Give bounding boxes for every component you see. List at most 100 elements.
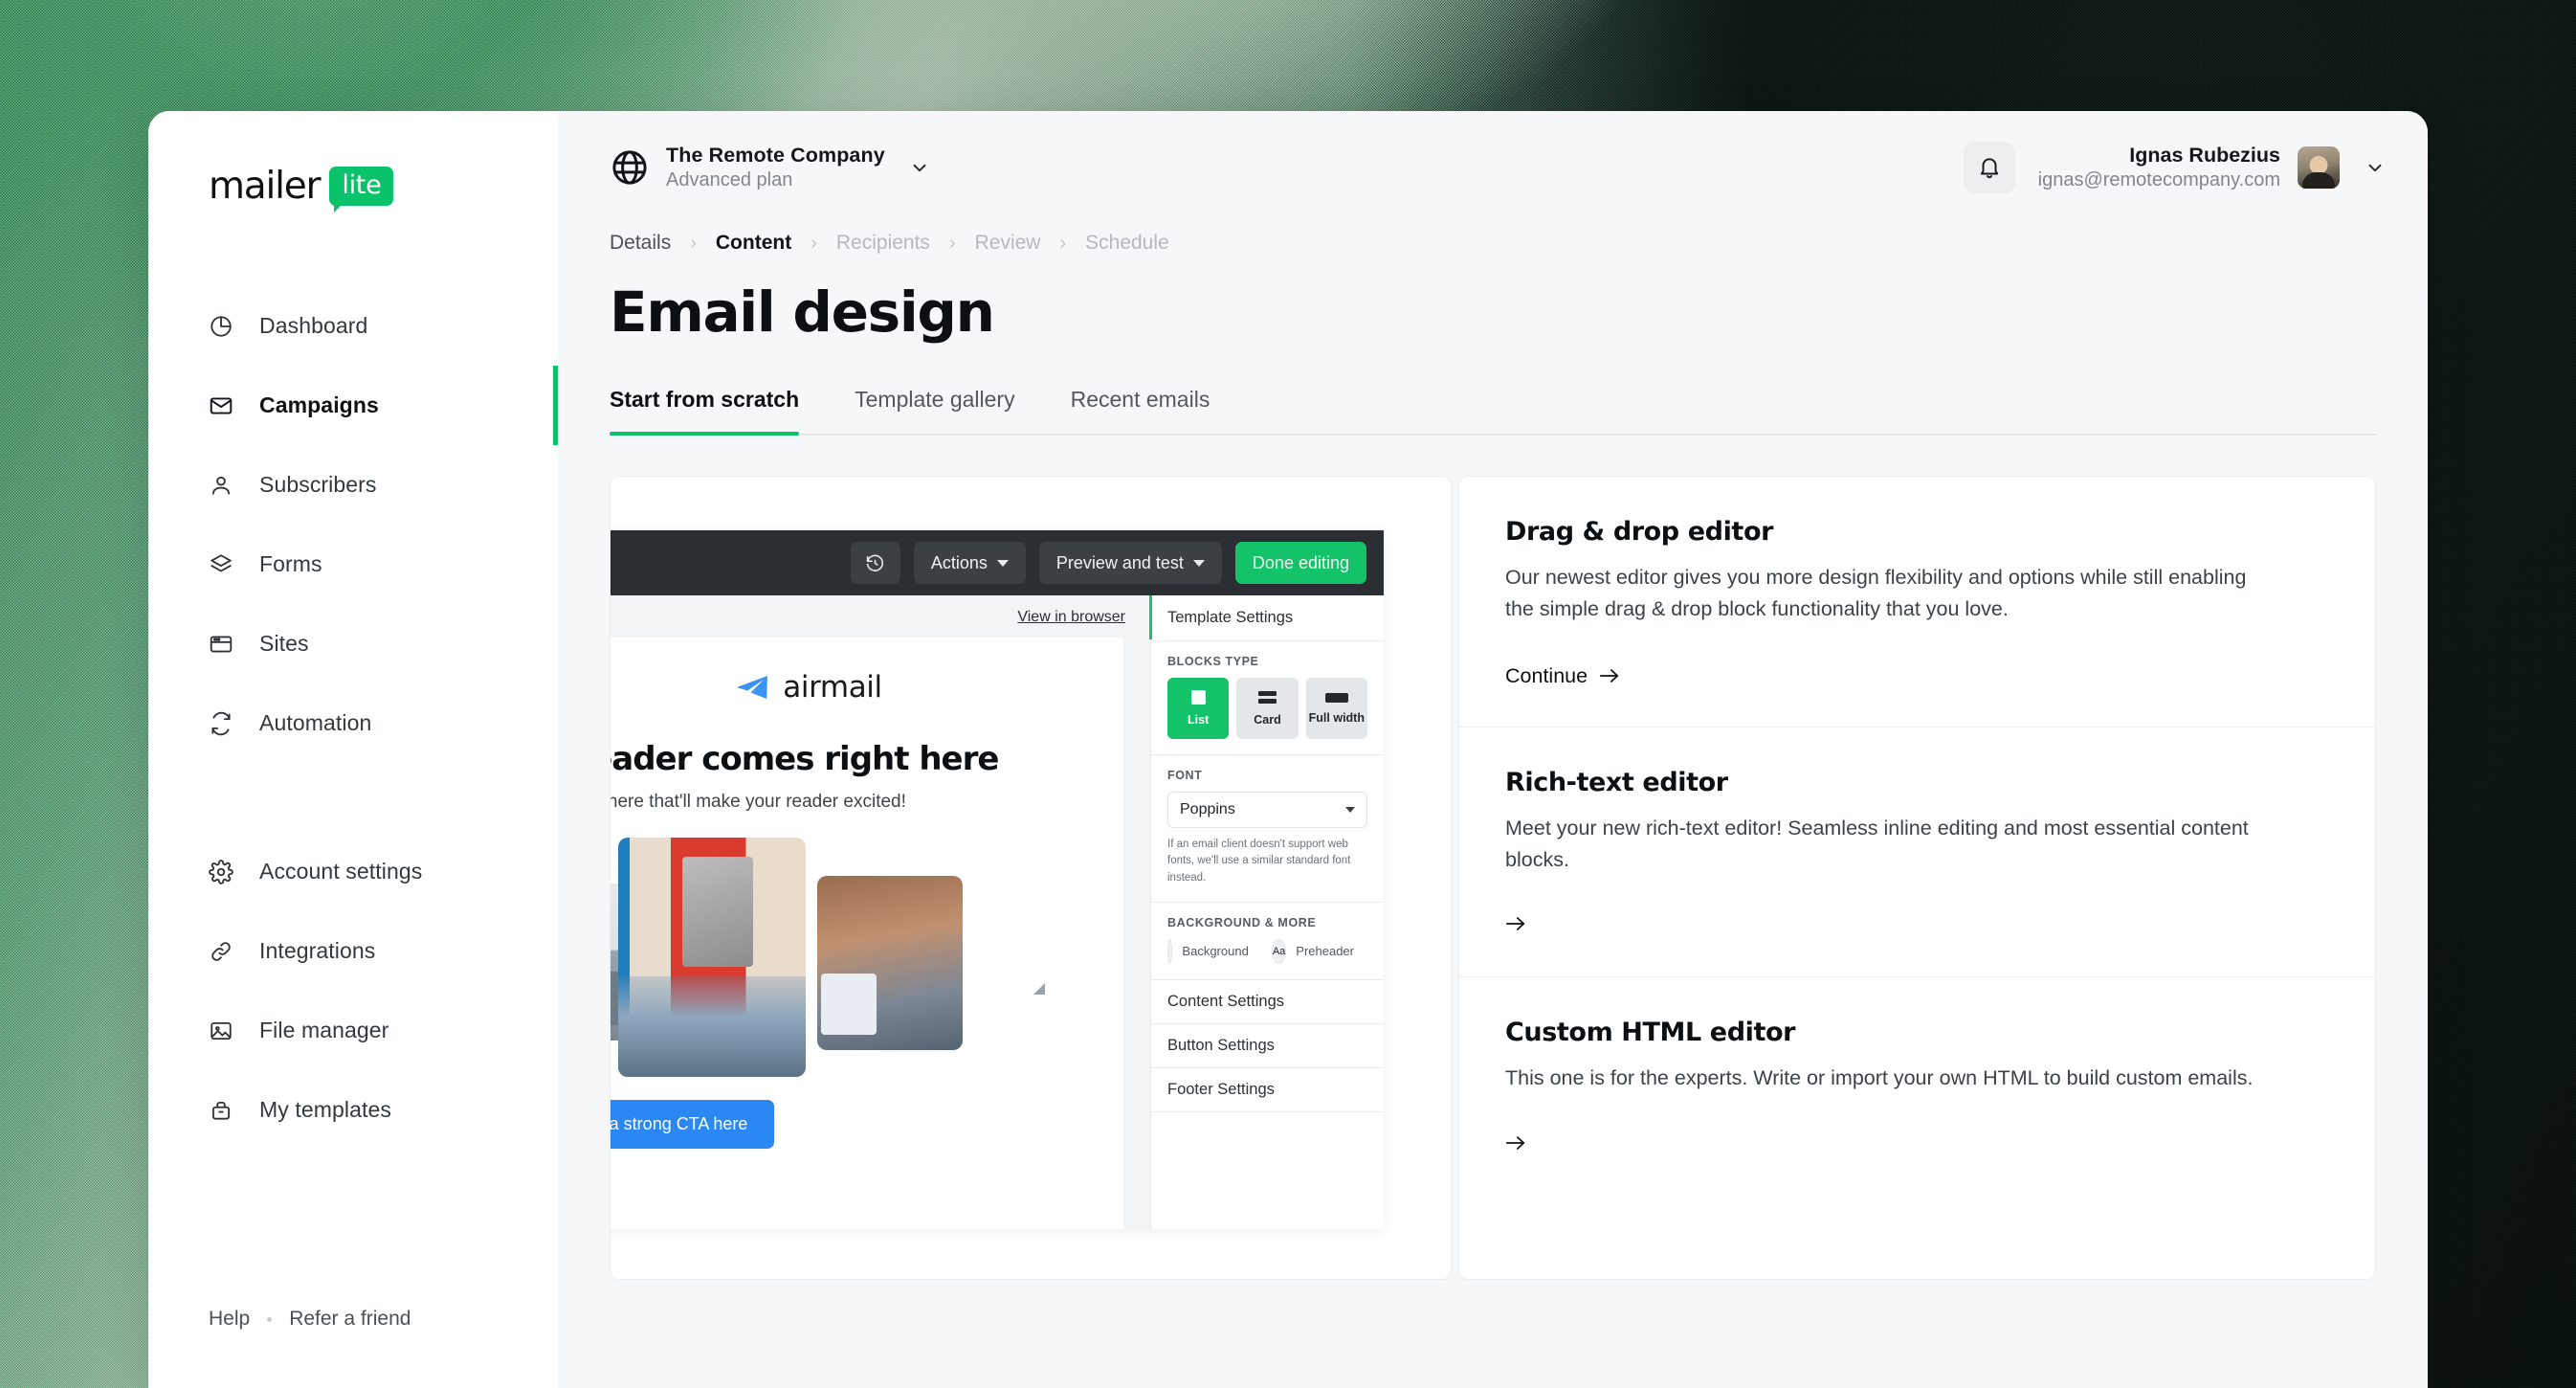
chevron-right-icon: › — [811, 232, 817, 254]
user-menu[interactable]: Ignas Rubezius ignas@remotecompany.com — [2038, 143, 2386, 193]
app-window: mailer lite Dashboard Campaigns Subscrib… — [148, 111, 2428, 1388]
sidebar-item-account-settings[interactable]: Account settings — [148, 832, 558, 911]
arrow-right-icon — [1505, 914, 1526, 933]
continue-label: Continue — [1505, 663, 1588, 687]
arrow-right-icon — [1505, 1133, 1526, 1153]
breadcrumb-item-review[interactable]: Review — [975, 232, 1041, 255]
email-image-collage[interactable] — [611, 838, 1079, 1078]
collage-image-center — [618, 838, 806, 1078]
sidebar-item-label: My templates — [259, 1097, 391, 1122]
view-in-browser-link[interactable]: View in browser — [611, 595, 1150, 638]
editor-preview-panel[interactable]: Actions Preview and test Done editing Vi… — [610, 476, 1452, 1280]
archive-icon — [209, 1098, 233, 1123]
blocks-option-full-width[interactable]: Full width — [1305, 678, 1367, 739]
organization-switcher[interactable]: The Remote Company Advanced plan — [610, 143, 930, 193]
blocks-option-label: List — [1188, 713, 1210, 727]
preheader-icon[interactable]: Aa — [1271, 938, 1287, 964]
breadcrumb-item-schedule[interactable]: Schedule — [1085, 232, 1169, 255]
sidebar-item-sites[interactable]: Sites — [148, 604, 558, 683]
sidebar-item-forms[interactable]: Forms — [148, 525, 558, 604]
avatar — [2298, 146, 2340, 189]
breadcrumb-item-details[interactable]: Details — [610, 232, 671, 255]
background-label: BACKGROUND & MORE — [1167, 915, 1317, 929]
editor-body: View in browser airmail y header comes r… — [611, 595, 1384, 1229]
card-rich-text-editor[interactable]: Rich-text editor Meet your new rich-text… — [1459, 728, 2375, 978]
sidebar-footer: Help Refer a friend — [148, 1308, 558, 1388]
blocks-type-options: List Card Full width — [1167, 678, 1367, 739]
font-select[interactable]: Poppins — [1167, 792, 1367, 828]
sidebar-item-integrations[interactable]: Integrations — [148, 911, 558, 991]
email-brand-name: airmail — [783, 670, 882, 705]
continue-link[interactable]: Continue — [1505, 664, 1620, 688]
actions-button[interactable]: Actions — [913, 542, 1026, 584]
organization-name: The Remote Company — [666, 143, 885, 167]
user-name: Ignas Rubezius — [2129, 143, 2280, 167]
sidebar-item-label: File manager — [259, 1018, 389, 1042]
template-settings-header[interactable]: Template Settings — [1151, 595, 1384, 641]
blocks-option-card[interactable]: Card — [1236, 678, 1299, 739]
sidebar-item-label: Subscribers — [259, 472, 377, 497]
custom-html-editor-link[interactable] — [1505, 1133, 1526, 1153]
sidebar-item-subscribers[interactable]: Subscribers — [148, 445, 558, 525]
rich-text-editor-link[interactable] — [1505, 914, 1526, 933]
chevron-down-icon[interactable] — [2365, 157, 2386, 178]
chevron-right-icon: › — [1059, 232, 1067, 254]
sidebar-item-campaigns[interactable]: Campaigns — [148, 366, 558, 445]
sidebar-item-label: Integrations — [259, 938, 376, 963]
refer-a-friend-link[interactable]: Refer a friend — [289, 1308, 411, 1331]
card-title: Custom HTML editor — [1505, 1018, 1796, 1048]
page-title: Email design — [610, 280, 995, 345]
sidebar-item-label: Forms — [259, 551, 322, 576]
tab-template-gallery[interactable]: Template gallery — [855, 387, 1014, 434]
sidebar-item-label: Automation — [259, 710, 372, 735]
footer-settings-row[interactable]: Footer Settings — [1151, 1068, 1384, 1112]
globe-icon — [610, 147, 650, 188]
breadcrumb-item-recipients[interactable]: Recipients — [836, 232, 930, 255]
envelope-icon — [209, 393, 233, 418]
logo-text-mailer: mailer — [209, 165, 322, 208]
content-settings-row[interactable]: Content Settings — [1151, 980, 1384, 1024]
full-width-block-icon — [1324, 692, 1348, 703]
email-cta-button[interactable]: Write a strong CTA here — [611, 1100, 775, 1150]
preview-and-test-button[interactable]: Preview and test — [1038, 542, 1222, 584]
sidebar-item-automation[interactable]: Automation — [148, 683, 558, 763]
tab-recent-emails[interactable]: Recent emails — [1071, 387, 1210, 434]
email-headline[interactable]: y header comes right here — [611, 740, 1079, 778]
card-drag-and-drop-editor[interactable]: Drag & drop editor Our newest editor giv… — [1459, 477, 2375, 728]
content-column: Details › Content › Recipients › Review … — [558, 232, 2428, 1280]
history-undo-icon[interactable] — [850, 542, 900, 584]
collage-image-right — [817, 876, 963, 1051]
background-options-row: Background Aa Preheader — [1167, 938, 1367, 964]
email-canvas[interactable]: View in browser airmail y header comes r… — [611, 595, 1150, 1229]
background-and-more-section: BACKGROUND & MORE Background Aa Preheade… — [1151, 903, 1384, 980]
help-link[interactable]: Help — [209, 1308, 250, 1331]
link-icon — [209, 939, 233, 964]
sidebar: mailer lite Dashboard Campaigns Subscrib… — [148, 111, 558, 1388]
separator-dot-icon — [267, 1316, 273, 1322]
organization-plan: Advanced plan — [666, 169, 793, 191]
main-area: The Remote Company Advanced plan Ignas R… — [558, 111, 2428, 1388]
chevron-down-icon[interactable] — [909, 157, 930, 178]
sidebar-item-dashboard[interactable]: Dashboard — [148, 286, 558, 366]
breadcrumb-item-content[interactable]: Content — [716, 232, 791, 255]
pie-chart-icon — [209, 314, 233, 339]
blocks-option-list[interactable]: List — [1167, 678, 1230, 739]
mailerlite-logo[interactable]: mailer lite — [148, 165, 558, 213]
done-editing-button[interactable]: Done editing — [1234, 542, 1366, 584]
card-custom-html-editor[interactable]: Custom HTML editor This one is for the e… — [1459, 977, 2375, 1195]
notifications-button[interactable] — [1963, 142, 2015, 193]
done-editing-label: Done editing — [1252, 552, 1349, 572]
user-email: ignas@remotecompany.com — [2037, 169, 2280, 191]
card-block-icon — [1257, 690, 1277, 705]
button-settings-row[interactable]: Button Settings — [1151, 1024, 1384, 1068]
background-color-swatch[interactable] — [1167, 938, 1173, 964]
tab-start-from-scratch[interactable]: Start from scratch — [610, 387, 800, 436]
sidebar-item-file-manager[interactable]: File manager — [148, 991, 558, 1070]
card-description: This one is for the experts. Write or im… — [1505, 1066, 2254, 1090]
resize-handle-icon[interactable] — [1033, 983, 1045, 996]
paper-plane-icon — [735, 674, 769, 701]
chevron-right-icon: › — [690, 232, 697, 254]
sidebar-item-my-templates[interactable]: My templates — [148, 1070, 558, 1150]
email-subline[interactable]: mething here that'll make your reader ex… — [611, 792, 1079, 813]
email-body: airmail y header comes right here methin… — [611, 638, 1123, 1229]
